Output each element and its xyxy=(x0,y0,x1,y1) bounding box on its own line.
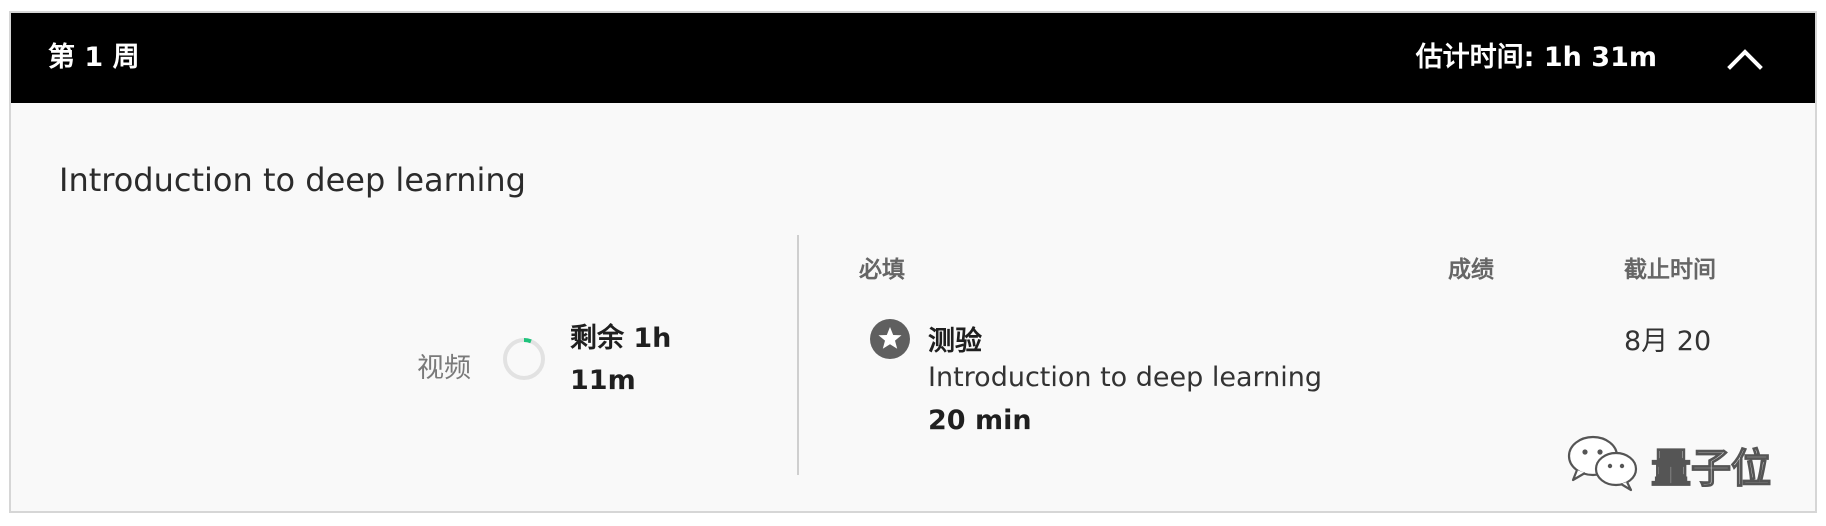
column-header-required: 必填 xyxy=(859,257,905,283)
estimated-time: 估计时间: 1h 31m xyxy=(1415,42,1657,73)
chevron-up-icon xyxy=(1727,49,1763,70)
star-icon xyxy=(870,319,910,359)
column-header-grade: 成绩 xyxy=(1448,257,1494,283)
video-label: 视频 xyxy=(417,353,471,384)
video-progress-ring xyxy=(503,338,545,380)
module-title[interactable]: Introduction to deep learning xyxy=(59,161,526,199)
progress-arc xyxy=(523,338,532,344)
week-title: 第 1 周 xyxy=(48,42,140,73)
remaining-line-1: 剩余 1h xyxy=(570,323,672,354)
column-header-deadline: 截止时间 xyxy=(1624,257,1716,283)
item-type: 测验 xyxy=(928,326,982,357)
item-name-link[interactable]: Introduction to deep learning xyxy=(928,362,1322,393)
remaining-line-2: 11m xyxy=(570,365,636,396)
wechat-icon xyxy=(1567,435,1638,492)
watermark-text: 量子位 xyxy=(1650,445,1771,492)
section-divider xyxy=(797,235,799,475)
week-header[interactable]: 第 1 周 估计时间: 1h 31m xyxy=(11,13,1815,103)
watermark: 量子位 xyxy=(1563,430,1793,496)
item-due-date: 8月 20 xyxy=(1624,326,1712,357)
item-duration: 20 min xyxy=(928,405,1032,436)
time-remaining: 剩余 1h 11m xyxy=(570,318,710,402)
week-card: 第 1 周 估计时间: 1h 31m Introduction to deep … xyxy=(9,11,1817,513)
collapse-button[interactable] xyxy=(1715,38,1775,78)
